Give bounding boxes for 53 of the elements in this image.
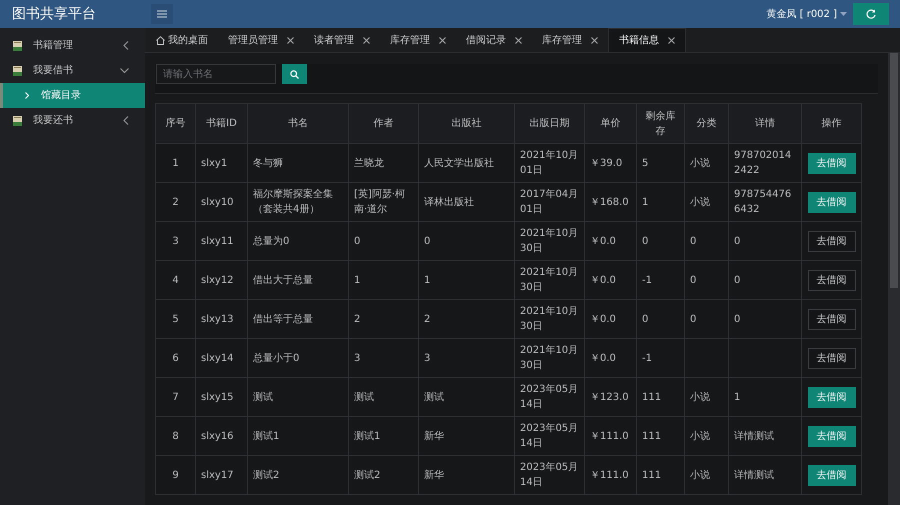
sidebar-subitem[interactable]: 馆藏目录 <box>0 83 145 108</box>
table-cell: 测试2 <box>348 456 418 494</box>
close-icon[interactable] <box>287 36 294 44</box>
user-name[interactable]: 黄金凤 [ r002 ] <box>766 6 837 22</box>
close-icon[interactable] <box>668 37 675 44</box>
borrow-button[interactable]: 去借阅 <box>808 152 856 174</box>
book-icon <box>13 66 22 76</box>
tab[interactable]: 借阅记录 <box>456 28 532 52</box>
scrollbar[interactable] <box>888 53 900 505</box>
tab[interactable]: 读者管理 <box>304 28 380 52</box>
refresh-icon <box>866 9 876 19</box>
table-cell: 详情测试 <box>728 456 802 494</box>
tab[interactable]: 管理员管理 <box>218 28 304 52</box>
search-field[interactable]: 请输入书名 <box>156 64 276 84</box>
tab[interactable]: 书籍信息 <box>608 28 686 52</box>
column-header: 序号 <box>156 104 196 144</box>
sidebar-item[interactable]: 我要借书 <box>0 58 145 83</box>
close-icon[interactable] <box>515 36 522 44</box>
table-cell: 111 <box>636 456 684 494</box>
table-cell: 2023年05月14日 <box>514 456 584 494</box>
book-icon <box>13 116 22 126</box>
menu-icon <box>157 10 167 18</box>
table-cell: ￥111.0 <box>584 456 636 494</box>
table-cell: 测试2 <box>248 456 348 494</box>
tab[interactable]: 我的桌面 <box>146 28 218 52</box>
borrow-button[interactable]: 去借阅 <box>808 270 856 290</box>
caret-icon <box>840 12 847 16</box>
sidebar-item[interactable]: 我要还书 <box>0 108 145 133</box>
table-cell: 新华 <box>418 456 514 494</box>
book-icon <box>13 40 22 50</box>
borrow-button[interactable]: 去借阅 <box>808 230 856 252</box>
search-button[interactable] <box>282 64 307 84</box>
sidebar-item[interactable]: 书籍管理 <box>0 33 145 58</box>
borrow-button[interactable]: 去借阅 <box>808 308 856 330</box>
borrow-button[interactable]: 去借阅 <box>808 464 856 486</box>
close-icon[interactable] <box>363 36 370 44</box>
table-cell: 小说 <box>684 456 728 494</box>
close-icon[interactable] <box>439 36 446 44</box>
tab[interactable]: 库存管理 <box>380 28 456 52</box>
table-cell: slxy17 <box>196 456 248 494</box>
tab[interactable]: 库存管理 <box>532 28 608 52</box>
borrow-button[interactable]: 去借阅 <box>808 426 856 446</box>
refresh-button[interactable] <box>853 3 889 25</box>
close-icon[interactable] <box>591 36 598 44</box>
app-title: 图书共享平台 <box>11 4 97 24</box>
chevron-icon <box>25 92 29 99</box>
table-cell: 9 <box>156 456 196 494</box>
menu-button[interactable] <box>151 4 173 24</box>
search-icon <box>290 70 299 78</box>
borrow-button[interactable]: 去借阅 <box>808 192 856 212</box>
borrow-button[interactable]: 去借阅 <box>808 348 856 368</box>
borrow-button[interactable]: 去借阅 <box>808 386 856 408</box>
home-icon <box>156 36 165 44</box>
